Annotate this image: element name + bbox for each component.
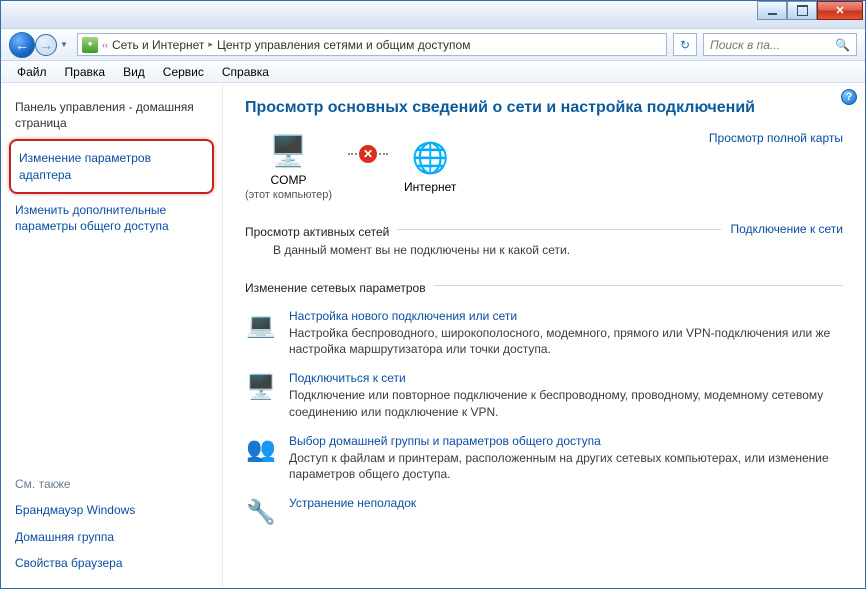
menu-service[interactable]: Сервис	[155, 63, 212, 81]
menu-edit[interactable]: Правка	[57, 63, 114, 81]
page-title: Просмотр основных сведений о сети и наст…	[245, 99, 843, 117]
node-net-label: Интернет	[404, 180, 456, 194]
no-connection-text: В данный момент вы не подключены ни к ка…	[245, 239, 843, 275]
back-button[interactable]: ←	[9, 32, 35, 58]
connect-to-network-link[interactable]: Подключение к сети	[721, 222, 843, 236]
menubar: Файл Правка Вид Сервис Справка	[1, 61, 865, 83]
sidebar-home-link[interactable]: Панель управления - домашняя страница	[15, 95, 208, 135]
troubleshoot-link[interactable]: Устранение неполадок	[289, 496, 416, 510]
chevron-right-icon: ▸	[208, 39, 213, 50]
search-input[interactable]	[710, 38, 830, 52]
menu-file[interactable]: Файл	[9, 63, 55, 81]
forward-button[interactable]: →	[35, 34, 57, 56]
active-networks-heading: Просмотр активных сетей	[245, 225, 389, 239]
menu-help[interactable]: Справка	[214, 63, 277, 81]
view-full-map-link[interactable]: Просмотр полной карты	[709, 131, 843, 145]
connect-icon	[245, 371, 277, 403]
chevron-right-icon: ‹‹	[102, 40, 108, 50]
connection-line: ✕	[348, 153, 388, 155]
homegroup-link[interactable]: Выбор домашней группы и параметров общег…	[289, 434, 843, 448]
sidebar: Панель управления - домашняя страница Из…	[1, 83, 223, 588]
wizard-icon	[245, 309, 277, 341]
new-connection-link[interactable]: Настройка нового подключения или сети	[289, 309, 843, 323]
shield-icon: ✦	[82, 37, 98, 53]
window-titlebar	[1, 1, 865, 29]
menu-view[interactable]: Вид	[115, 63, 153, 81]
history-dropdown-icon[interactable]: ▼	[57, 35, 71, 55]
sidebar-firewall-link[interactable]: Брандмауэр Windows	[15, 497, 208, 523]
node-comp-sublabel: (этот компьютер)	[245, 189, 332, 201]
maximize-button[interactable]	[787, 1, 817, 20]
connect-network-desc: Подключение или повторное подключение к …	[289, 387, 843, 419]
search-box[interactable]: 🔍	[703, 33, 857, 56]
homegroup-icon	[245, 434, 277, 466]
computer-icon	[265, 131, 313, 171]
new-connection-desc: Настройка беспроводного, широкополосного…	[289, 325, 843, 357]
sidebar-homegroup-link[interactable]: Домашняя группа	[15, 524, 208, 550]
see-also-heading: См. также	[15, 477, 208, 491]
connect-network-link[interactable]: Подключиться к сети	[289, 371, 843, 385]
minimize-button[interactable]	[757, 1, 787, 20]
breadcrumb[interactable]: ✦ ‹‹ Сеть и Интернет ▸ Центр управления …	[77, 33, 667, 56]
search-icon: 🔍	[835, 38, 850, 52]
main-panel: ? Просмотр основных сведений о сети и на…	[223, 83, 865, 588]
disconnected-icon: ✕	[359, 145, 377, 163]
breadcrumb-item[interactable]: Центр управления сетями и общим доступом	[217, 38, 471, 52]
breadcrumb-item[interactable]: Сеть и Интернет	[112, 38, 204, 52]
sidebar-change-adapter-link[interactable]: Изменение параметров адаптера	[19, 146, 204, 186]
help-button[interactable]: ?	[841, 89, 857, 105]
sidebar-browser-link[interactable]: Свойства браузера	[15, 550, 208, 576]
refresh-icon: ↻	[680, 38, 690, 52]
troubleshoot-icon	[245, 496, 277, 528]
homegroup-desc: Доступ к файлам и принтерам, расположенн…	[289, 450, 843, 482]
refresh-button[interactable]: ↻	[673, 33, 697, 56]
change-settings-heading: Изменение сетевых параметров	[245, 281, 426, 295]
internet-icon	[406, 138, 454, 178]
navigation-bar: ← → ▼ ✦ ‹‹ Сеть и Интернет ▸ Центр управ…	[1, 29, 865, 61]
close-button[interactable]	[817, 1, 863, 20]
node-comp-label: COMP	[245, 173, 332, 187]
sidebar-advanced-sharing-link[interactable]: Изменить дополнительные параметры общего…	[15, 198, 208, 238]
